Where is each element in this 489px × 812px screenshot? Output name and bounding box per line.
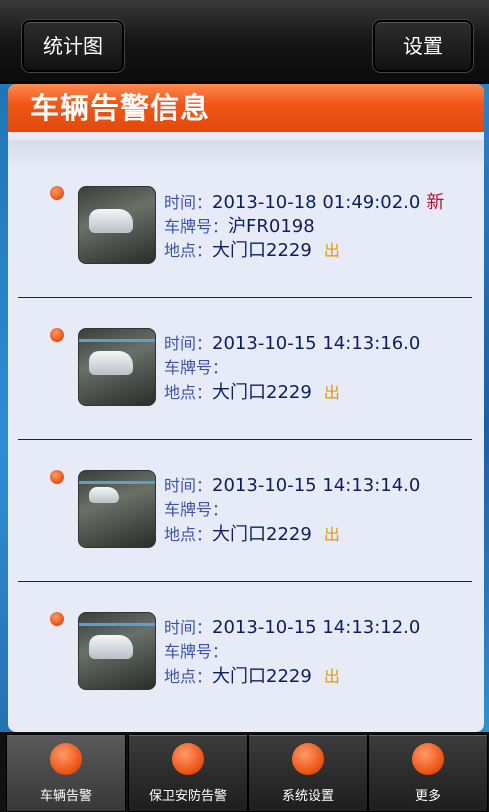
tab-system-settings[interactable]: 系统设置 xyxy=(248,734,368,812)
tab-label: 系统设置 xyxy=(281,789,334,804)
car-image xyxy=(89,209,133,233)
tab-label: 车辆告警 xyxy=(39,789,92,804)
road-line xyxy=(79,481,155,484)
orange-dot-icon xyxy=(292,743,324,775)
location-label: 地点： xyxy=(164,383,213,402)
location-label: 地点： xyxy=(164,241,213,260)
tab-label: 更多 xyxy=(414,789,441,804)
plate-label: 车牌号： xyxy=(164,642,229,661)
unread-dot-icon xyxy=(50,612,64,626)
alert-list[interactable]: 时间：2013-10-18 01:49:02.0 新 车牌号：沪FR0198 地点… xyxy=(8,140,484,724)
direction-badge: 出 xyxy=(323,667,340,686)
plate-number: 沪FR0198 xyxy=(228,216,315,237)
tab-label: 保卫安防告警 xyxy=(148,789,227,804)
tab-more[interactable]: 更多 xyxy=(368,734,488,812)
list-item[interactable]: 时间：2013-10-18 01:49:02.0 新 车牌号：沪FR0198 地点… xyxy=(8,140,484,298)
direction-badge: 出 xyxy=(323,383,340,402)
location-label: 地点： xyxy=(164,667,213,686)
list-item[interactable]: 时间：2013-10-15 14:13:16.0 车牌号： 地点：大门口2229… xyxy=(8,298,484,440)
unread-dot-icon xyxy=(50,328,64,342)
location: 大门口2229 xyxy=(212,382,312,403)
road-line xyxy=(79,623,155,626)
alert-time: 2013-10-15 14:13:12.0 xyxy=(212,617,421,638)
alert-time: 2013-10-18 01:49:02.0 xyxy=(212,192,421,213)
alert-time: 2013-10-15 14:13:14.0 xyxy=(212,475,421,496)
tab-vehicle-alert[interactable]: 车辆告警 xyxy=(6,734,126,812)
location: 大门口2229 xyxy=(212,666,312,687)
time-label: 时间： xyxy=(164,193,213,212)
road-line xyxy=(79,339,155,342)
page-title: 车辆告警信息 xyxy=(8,84,484,132)
tab-security-alert[interactable]: 保卫安防告警 xyxy=(128,734,248,812)
plate-label: 车牌号： xyxy=(164,500,229,519)
top-bar: 统计图 设置 xyxy=(0,0,489,84)
vehicle-thumbnail[interactable] xyxy=(78,186,156,264)
orange-dot-icon xyxy=(172,743,204,775)
orange-dot-icon xyxy=(412,743,444,775)
time-label: 时间： xyxy=(164,334,213,353)
direction-badge: 出 xyxy=(323,525,340,544)
vehicle-thumbnail[interactable] xyxy=(78,612,156,690)
bottom-tab-bar: 车辆告警 保卫安防告警 系统设置 更多 xyxy=(0,732,489,812)
alert-time: 2013-10-15 14:13:16.0 xyxy=(212,333,421,354)
alert-panel: 车辆告警信息 时间：2013-10-18 01:49:02.0 新 车牌号：沪FR… xyxy=(8,84,484,732)
location: 大门口2229 xyxy=(212,240,312,261)
orange-dot-icon xyxy=(50,743,82,775)
chart-button[interactable]: 统计图 xyxy=(22,20,124,72)
time-label: 时间： xyxy=(164,476,213,495)
new-badge: 新 xyxy=(426,192,445,213)
vehicle-thumbnail[interactable] xyxy=(78,470,156,548)
car-image xyxy=(89,487,119,503)
direction-badge: 出 xyxy=(323,241,340,260)
plate-label: 车牌号： xyxy=(164,217,229,236)
time-label: 时间： xyxy=(164,618,213,637)
plate-label: 车牌号： xyxy=(164,358,229,377)
list-item[interactable]: 时间：2013-10-15 14:13:14.0 车牌号： 地点：大门口2229… xyxy=(8,440,484,582)
car-image xyxy=(89,635,133,659)
settings-button[interactable]: 设置 xyxy=(373,20,473,72)
car-image xyxy=(89,351,133,375)
unread-dot-icon xyxy=(50,470,64,484)
location: 大门口2229 xyxy=(212,524,312,545)
unread-dot-icon xyxy=(50,186,64,200)
vehicle-thumbnail[interactable] xyxy=(78,328,156,406)
list-item[interactable]: 时间：2013-10-15 14:13:12.0 车牌号： 地点：大门口2229… xyxy=(8,582,484,724)
location-label: 地点： xyxy=(164,525,213,544)
